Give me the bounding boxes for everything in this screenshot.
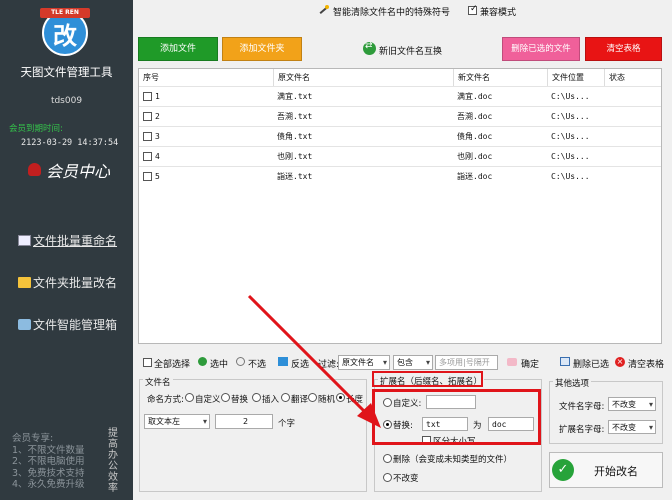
annotation-arrow [247, 294, 381, 428]
